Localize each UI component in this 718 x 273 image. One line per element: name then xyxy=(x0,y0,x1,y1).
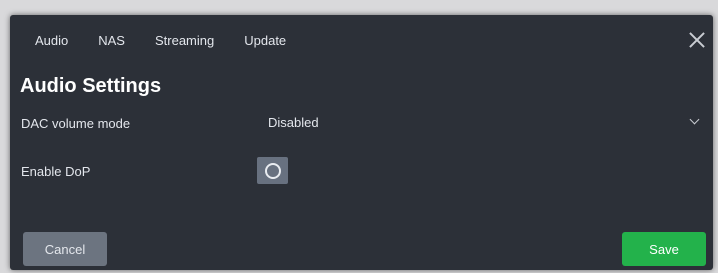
tab-streaming[interactable]: Streaming xyxy=(155,33,214,48)
tab-nas[interactable]: NAS xyxy=(98,33,125,48)
cancel-button[interactable]: Cancel xyxy=(23,232,107,266)
enable-dop-toggle[interactable] xyxy=(257,157,288,184)
tab-update[interactable]: Update xyxy=(244,33,286,48)
page-title: Audio Settings xyxy=(20,75,162,97)
dac-volume-mode-label: DAC volume mode xyxy=(21,116,131,131)
close-icon[interactable] xyxy=(685,28,709,52)
tab-bar: Audio NAS Streaming Update xyxy=(10,15,316,65)
save-button[interactable]: Save xyxy=(622,232,706,266)
audio-settings-dialog: Audio NAS Streaming Update Audio Setting… xyxy=(10,15,713,270)
toggle-off-icon xyxy=(265,163,281,179)
tab-audio[interactable]: Audio xyxy=(35,33,68,48)
chevron-down-icon xyxy=(689,114,700,125)
dac-volume-mode-select[interactable]: Disabled xyxy=(258,111,704,135)
dac-volume-mode-value: Disabled xyxy=(268,115,319,130)
enable-dop-label: Enable DoP xyxy=(21,164,91,179)
